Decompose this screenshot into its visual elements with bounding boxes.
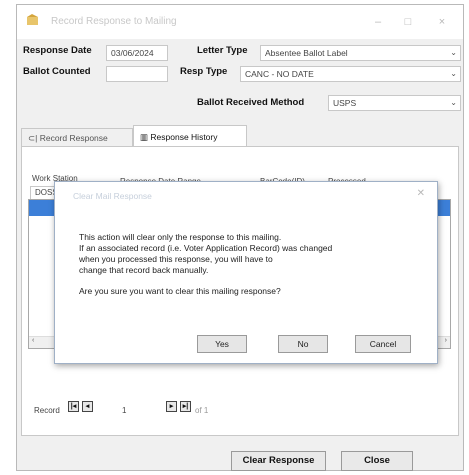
- resp-type-label: Resp Type: [180, 66, 228, 77]
- tab-label: Record Response: [39, 133, 108, 143]
- previous-record-button[interactable]: ◂: [82, 401, 93, 412]
- response-date-field[interactable]: 03/06/2024: [106, 45, 168, 61]
- window-title: Record Response to Mailing: [51, 16, 177, 27]
- last-record-button[interactable]: ▸|: [180, 401, 191, 412]
- dialog-message-line: when you processed this response, you wi…: [79, 254, 273, 264]
- dialog-message-line: This action will clear only the response…: [79, 232, 282, 242]
- cancel-button[interactable]: Cancel: [355, 335, 411, 353]
- tab-record-response[interactable]: ⊂| Record Response: [21, 128, 133, 147]
- next-record-icon: ▸: [169, 403, 174, 410]
- ballot-received-method-label: Ballot Received Method: [197, 97, 305, 108]
- letter-type-label: Letter Type: [197, 45, 248, 56]
- dialog-message-line: If an associated record (i.e. Voter Appl…: [79, 243, 333, 253]
- minimize-button[interactable]: –: [367, 14, 389, 30]
- ballot-counted-label: Ballot Counted: [23, 66, 91, 77]
- history-icon: ▥: [140, 132, 149, 142]
- next-record-button[interactable]: ▸: [166, 401, 177, 412]
- clear-response-dialog: Clear Mail Response ✕ This action will c…: [54, 181, 438, 364]
- maximize-button[interactable]: □: [397, 14, 419, 30]
- letter-type-value: Absentee Ballot Label: [265, 48, 348, 58]
- ballot-received-method-select[interactable]: USPS ⌄: [328, 95, 461, 111]
- dialog-message-line: change that record back manually.: [79, 265, 209, 275]
- close-button[interactable]: Close: [341, 451, 413, 471]
- dialog-message: This action will clear only the response…: [79, 232, 409, 297]
- yes-button[interactable]: Yes: [197, 335, 247, 353]
- clear-response-button[interactable]: Clear Response: [231, 451, 326, 471]
- first-record-icon: |◂: [70, 403, 77, 410]
- first-record-button[interactable]: |◂: [68, 401, 79, 412]
- previous-record-icon: ◂: [85, 403, 90, 410]
- response-date-label: Response Date: [23, 45, 92, 56]
- chevron-down-icon: ⌄: [450, 98, 457, 107]
- resp-type-value: CANC - NO DATE: [245, 69, 314, 79]
- chevron-down-icon: ⌄: [450, 48, 457, 57]
- chevron-down-icon: ⌄: [450, 69, 457, 78]
- record-total: of 1: [195, 406, 209, 415]
- dialog-close-button[interactable]: ✕: [417, 188, 425, 199]
- dialog-title: Clear Mail Response: [73, 191, 152, 201]
- resp-type-select[interactable]: CANC - NO DATE ⌄: [240, 66, 461, 82]
- current-record[interactable]: 1: [122, 406, 126, 415]
- scroll-left-icon[interactable]: ‹: [32, 337, 34, 344]
- ballot-counted-field[interactable]: [106, 66, 168, 82]
- dialog-question: Are you sure you want to clear this mail…: [79, 286, 281, 296]
- no-button[interactable]: No: [278, 335, 328, 353]
- record-icon: ⊂|: [28, 133, 38, 143]
- ballot-received-method-value: USPS: [333, 98, 357, 108]
- tab-label: Response History: [150, 132, 218, 142]
- tab-response-history[interactable]: ▥ Response History: [133, 125, 247, 147]
- close-window-button[interactable]: ×: [431, 14, 453, 30]
- record-label: Record: [34, 406, 60, 415]
- title-bar: Record Response to Mailing – □ ×: [17, 5, 463, 39]
- letter-type-select[interactable]: Absentee Ballot Label ⌄: [260, 45, 461, 61]
- app-icon: [27, 14, 38, 25]
- scroll-right-icon[interactable]: ›: [445, 337, 447, 344]
- last-record-icon: ▸|: [182, 403, 189, 410]
- response-date-value: 03/06/2024: [111, 48, 154, 58]
